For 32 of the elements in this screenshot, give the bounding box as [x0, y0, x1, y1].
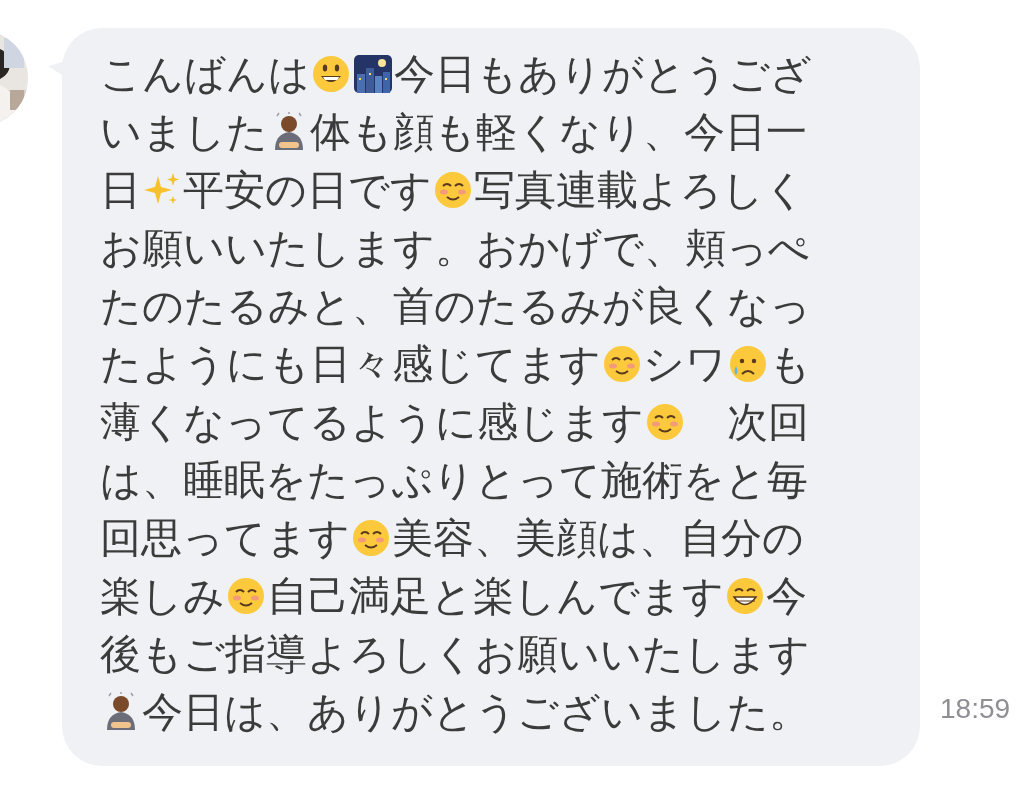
- message-text: 日: [100, 167, 141, 213]
- message-text: いました: [100, 109, 268, 155]
- message-text: 次回: [726, 399, 809, 445]
- message-text: 回思ってます: [100, 515, 350, 561]
- message-text: 自己満足と楽しんでます: [267, 573, 724, 619]
- message-text: お願いいたします。おかげで、頬っぺ: [100, 225, 810, 271]
- message-text: 今日は、ありがとうございました。: [142, 689, 810, 735]
- message-text: 薄くなってるように感じます: [100, 399, 644, 445]
- message-text: 平安の日です: [183, 167, 432, 213]
- smiling-face-icon: [351, 518, 391, 558]
- message-text: 美容、美顔は、自分の: [392, 515, 804, 561]
- message-time: 18:59: [940, 692, 1011, 726]
- smiling-face-icon: [433, 170, 473, 210]
- message-text: 今日もありがとうござ: [394, 51, 812, 97]
- message-text: 今: [766, 573, 807, 619]
- smiley-icon: [311, 54, 351, 94]
- message-text: 写真連載よろしく: [474, 167, 806, 213]
- message-text: は、睡眠をたっぷりとって施術をと毎: [100, 457, 808, 503]
- message-text: も: [769, 341, 811, 387]
- crying-face-icon: [728, 344, 768, 384]
- message-text: たようにも日々感じてます: [100, 341, 601, 387]
- smiling-face-icon: [226, 576, 266, 616]
- night-city-icon: [353, 54, 393, 94]
- smiling-face-icon: [645, 402, 685, 442]
- message-text: たのたるみと、首のたるみが良くなっ: [100, 283, 811, 329]
- message-text: シワ: [643, 341, 727, 387]
- message-text: 後もご指導よろしくお願いいたします: [100, 631, 810, 677]
- smiling-face-icon: [602, 344, 642, 384]
- message-text: こんばんは: [100, 51, 310, 97]
- message-text: 楽しみ: [100, 573, 225, 619]
- message-text: 体も顔も軽くなり、今日一: [310, 109, 807, 155]
- grinning-face-icon: [725, 576, 765, 616]
